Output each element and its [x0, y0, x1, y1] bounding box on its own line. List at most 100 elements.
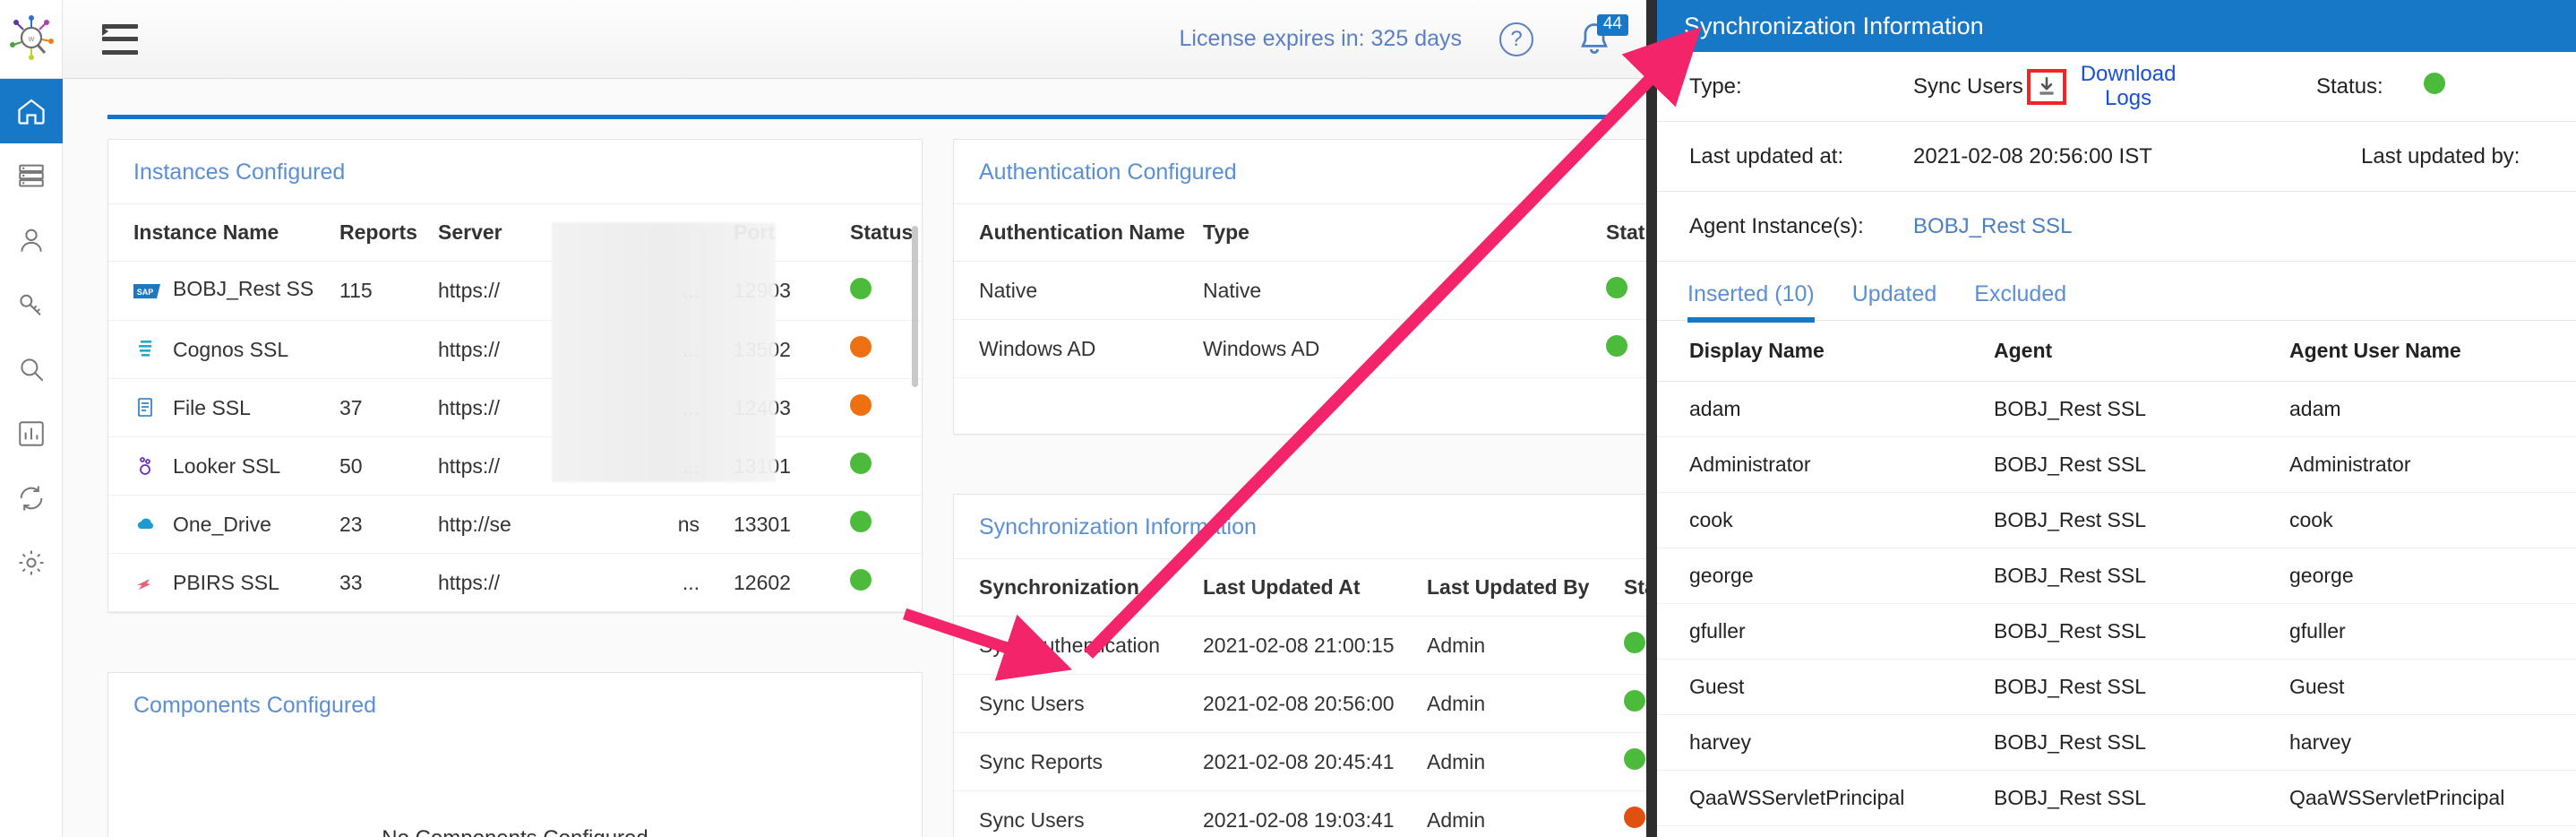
status-cell [825, 320, 923, 379]
gear-icon [19, 550, 43, 575]
hamburger-menu-icon[interactable] [102, 23, 138, 55]
table-row[interactable]: Guest BOBJ_Rest SSL Guest [1657, 659, 2576, 715]
status-label: Status: [2316, 73, 2383, 99]
tab-excluded[interactable]: Excluded [1974, 281, 2066, 320]
port-cell: 13301 [708, 495, 825, 554]
status-cell [825, 553, 923, 612]
col-reports: Reports [314, 204, 417, 262]
download-logs-button[interactable] [2026, 68, 2066, 105]
download-logs-link[interactable]: Download Logs [2081, 62, 2177, 111]
sidebar-item-reports[interactable] [0, 401, 63, 466]
reports-cell: 37 [314, 378, 413, 437]
synchronization-information-card: Synchronization Information Synchronizat… [953, 494, 1646, 837]
instance-name-cell[interactable]: Looker SSL [108, 436, 314, 496]
table-row[interactable]: One_Drive 23 http://se ns 13301 [108, 495, 923, 554]
last-updated-at-label: Last updated at: [1689, 143, 1844, 168]
notifications-button[interactable]: 44 [1575, 13, 1628, 59]
status-dot [850, 336, 872, 358]
instance-name-cell[interactable]: File SSL [108, 378, 314, 437]
status-cell [1599, 732, 1646, 791]
table-row[interactable]: Windows AD Windows AD [954, 319, 1646, 378]
sync-table: Synchronization Last Updated At Last Upd… [954, 559, 1646, 837]
components-configured-card: Components Configured No Components Conf… [107, 672, 923, 837]
instance-name-cell[interactable]: One_Drive [108, 495, 314, 554]
agent-user-name-cell: QaaWSServletPrincipal [2257, 770, 2576, 826]
table-row[interactable]: cook BOBJ_Rest SSL cook [1657, 492, 2576, 548]
auth-name-cell[interactable]: Windows AD [954, 319, 1178, 378]
table-row[interactable]: QaaWSServletPrincipal BOBJ_Rest SSL QaaW… [1657, 770, 2576, 826]
col-sync-status: Status [1599, 559, 1646, 617]
table-row[interactable]: Sync Reports 2021-02-08 20:45:41 IST Adm… [954, 732, 1646, 791]
col-last-updated-by: Last Updated By [1402, 559, 1599, 617]
table-row[interactable]: Sync Authentication 2021-02-08 21:00:15 … [954, 616, 1646, 675]
table-row[interactable]: Native Native [954, 261, 1646, 320]
sync-name-cell[interactable]: Sync Authentication [954, 616, 1178, 675]
auth-name-cell[interactable]: Native [954, 261, 1178, 320]
table-row[interactable]: gfuller BOBJ_Rest SSL gfuller [1657, 603, 2576, 660]
sidebar-item-search[interactable] [0, 337, 63, 401]
tab-updated[interactable]: Updated [1852, 281, 1937, 320]
sync-name-cell[interactable]: Sync Users [954, 790, 1178, 837]
user-icon [20, 229, 42, 252]
status-dot [850, 453, 872, 474]
instances-scrollbar[interactable] [912, 226, 918, 387]
instances-card-title: Instances Configured [108, 140, 922, 204]
table-row[interactable]: Sync Users 2021-02-08 19:03:41 IST Admin [954, 790, 1646, 837]
table-row[interactable]: Administrator BOBJ_Rest SSL Administrato… [1657, 436, 2576, 493]
col-last-updated-at: Last Updated At [1178, 559, 1402, 617]
agent-cell: BOBJ_Rest SSL [1962, 436, 2257, 493]
table-header-row: Synchronization Last Updated At Last Upd… [954, 559, 1646, 617]
agent-user-name-cell: Administrator [2257, 436, 2576, 493]
sync-name-cell[interactable]: Sync Reports [954, 732, 1178, 791]
instance-name-cell[interactable]: PBIRS SSL [108, 553, 314, 612]
help-icon[interactable]: ? [1499, 22, 1533, 56]
table-row[interactable]: PBIRS SSL 33 https://... 12602 [108, 553, 923, 612]
status-dot [850, 569, 872, 591]
col-auth-name: Authentication Name [954, 204, 1185, 262]
application-window: w License expires in: 325 days ? 44 Inst… [0, 0, 2576, 837]
last-updated-by-label: Last updated by: [2361, 143, 2520, 168]
reports-cell: 23 [314, 495, 413, 554]
sidebar-item-instances[interactable] [0, 143, 63, 208]
sidebar-item-users[interactable] [0, 208, 63, 272]
table-row[interactable]: Looker SSL 50 https://... 13101 [108, 436, 923, 496]
status-cell [825, 378, 923, 437]
sidebar-item-settings[interactable] [0, 531, 63, 595]
col-agent: Agent [1962, 321, 2257, 382]
col-agent-user-name: Agent User Name [2257, 321, 2576, 382]
table-row[interactable]: Sync Users 2021-02-08 20:56:00 IST Admin [954, 674, 1646, 733]
notification-badge: 44 [1596, 13, 1628, 37]
instance-name-cell[interactable]: SAP BOBJ_Rest SSL [108, 261, 314, 321]
sync-updated-by-cell: Admin [1402, 674, 1599, 733]
table-row[interactable]: harvey BOBJ_Rest SSL harvey [1657, 714, 2576, 771]
tab-inserted[interactable]: Inserted (10) [1687, 281, 1815, 323]
magnifier-icon [20, 358, 43, 382]
agent-cell: BOBJ_Rest SSL [1962, 603, 2257, 660]
sidebar-item-licenses[interactable] [0, 272, 63, 337]
sync-updated-by-cell: Admin [1402, 616, 1599, 675]
sidebar-item-sync[interactable] [0, 466, 63, 531]
sync-arrows-icon [20, 486, 42, 511]
status-cell [1599, 674, 1646, 733]
table-row[interactable]: george BOBJ_Rest SSL george [1657, 548, 2576, 604]
instances-configured-card: Instances Configured Instance Name Repor… [107, 139, 923, 613]
table-row[interactable]: adam BOBJ_Rest SSL adam [1657, 381, 2576, 437]
sync-name-cell[interactable]: Sync Users [954, 674, 1178, 733]
table-row[interactable]: SMAdmin BOBJ_Rest SSL SMAdmin [1657, 825, 2576, 837]
app-logo[interactable]: w [0, 0, 63, 79]
components-empty-message: No Components Configured [108, 737, 922, 837]
server-cell: https://... [413, 553, 708, 612]
key-icon [19, 294, 41, 316]
display-name-cell: adam [1657, 381, 1962, 437]
table-row[interactable]: Cognos SSL https://... 13502 [108, 320, 923, 379]
server-cell: http://se ns [413, 495, 708, 554]
display-name-cell: gfuller [1657, 603, 1962, 660]
reports-cell: 115 [314, 261, 413, 321]
table-row[interactable]: SAP BOBJ_Rest SSL 115 https://... 12903 [108, 261, 923, 321]
agent-user-name-cell: SMAdmin [2257, 825, 2576, 837]
instance-name-cell[interactable]: Cognos SSL [108, 320, 314, 379]
sidebar-item-home[interactable] [0, 79, 63, 143]
agent-instances-value[interactable]: BOBJ_Rest SSL [1913, 214, 2209, 239]
table-row[interactable]: File SSL 37 https://... 12403 [108, 378, 923, 437]
type-value: Sync Users [1913, 73, 2023, 99]
